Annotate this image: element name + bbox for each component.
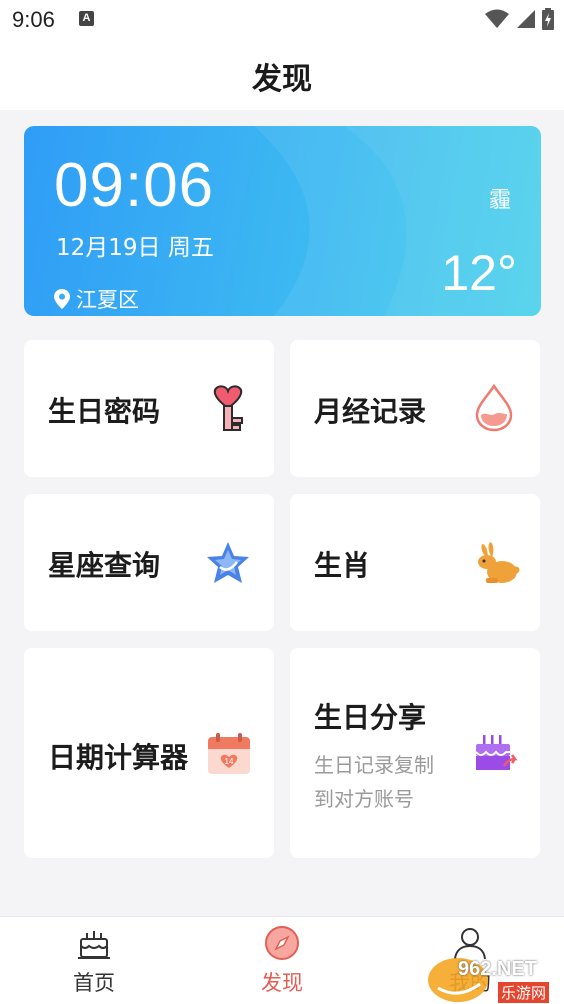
watermark-text: 962.NET [458, 958, 537, 980]
weather-condition: 霾 [488, 188, 511, 213]
heart-key-icon [213, 385, 243, 431]
cake-share-icon [475, 735, 518, 770]
card-label: 生日分享 [314, 701, 427, 734]
card-label: 生日密码 [48, 395, 161, 428]
a-icon: A [79, 11, 94, 26]
card-birthday-password[interactable]: 生日密码 [24, 340, 274, 477]
card-label: 星座查询 [48, 549, 161, 582]
card-description-line1: 生日记录复制 [314, 753, 434, 777]
weather-date: 12月19日 周五 [56, 235, 214, 261]
blood-drop-icon [475, 384, 513, 432]
card-period-record[interactable]: 月经记录 [290, 340, 540, 477]
card-label: 日期计算器 [48, 741, 189, 774]
tab-label: 首页 [73, 971, 115, 995]
card-description-line2: 到对方账号 [314, 787, 414, 811]
site-watermark: 962.NET 乐游网 [424, 954, 564, 1004]
calendar-day: 14 [224, 757, 234, 766]
card-date-calculator[interactable]: 日期计算器 14 [24, 648, 274, 858]
tab-label: 发现 [261, 971, 303, 995]
location-pin-icon [54, 289, 70, 309]
status-time: 9:06 [12, 7, 55, 32]
tab-discover[interactable]: 发现 [188, 917, 376, 1004]
calendar-icon [208, 733, 250, 774]
card-constellation[interactable]: 星座查询 [24, 494, 274, 631]
weather-time: 09:06 [54, 151, 215, 220]
battery-charging-icon [542, 8, 554, 30]
card-label: 月经记录 [314, 395, 427, 428]
location-label: 江夏区 [76, 288, 139, 312]
wifi-icon [485, 9, 509, 28]
card-label: 生肖 [314, 549, 371, 582]
watermark-subtext: 乐游网 [498, 982, 550, 1003]
compass-icon [265, 926, 299, 960]
weather-temperature: 12° [441, 245, 517, 301]
weather-card[interactable]: 09:06 12月19日 周五 霾 12° 江夏区 [24, 126, 541, 316]
signal-icon [517, 10, 535, 28]
star-icon [207, 542, 249, 583]
weather-location[interactable]: 江夏区 [54, 284, 139, 314]
header: 发现 [0, 40, 564, 110]
page-title: 发现 [252, 62, 312, 97]
card-birthday-share[interactable]: 生日分享 生日记录复制 到对方账号 [290, 648, 540, 858]
status-bar: 9:06 A [0, 0, 564, 40]
tab-home[interactable]: 首页 [0, 917, 188, 1004]
card-zodiac[interactable]: 生肖 [290, 494, 540, 631]
rabbit-icon [478, 542, 520, 583]
cake-icon [78, 931, 110, 959]
